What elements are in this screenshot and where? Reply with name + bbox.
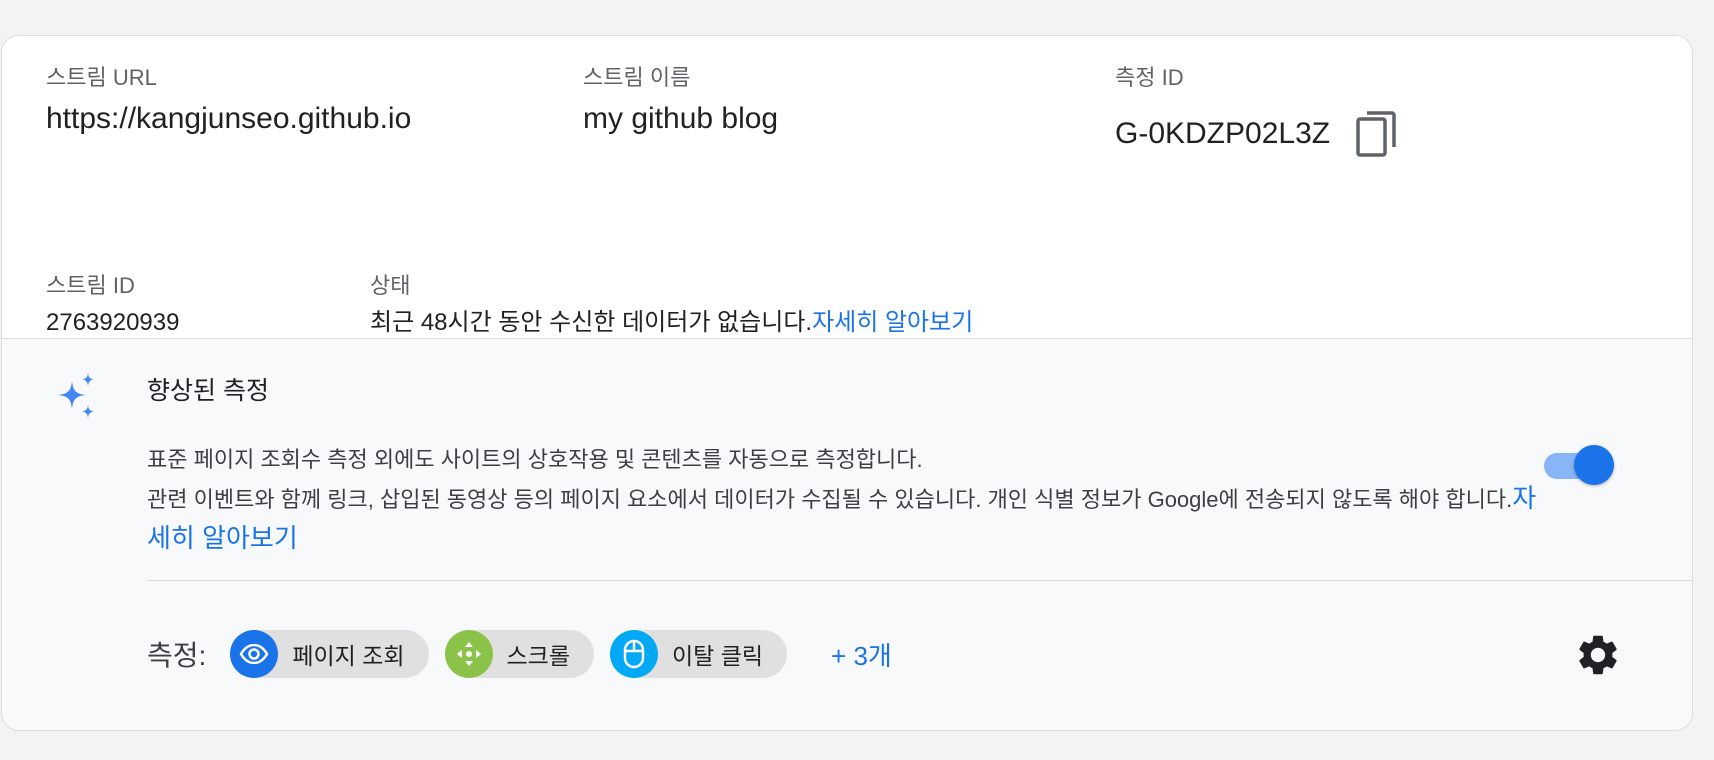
measurement-id-label: 측정 ID bbox=[1115, 65, 1184, 90]
description-line-2: 관련 이벤트와 함께 링크, 삽입된 동영상 등의 페이지 요소에서 데이터가 … bbox=[147, 479, 1537, 559]
chip-page-views[interactable]: 페이지 조회 bbox=[230, 630, 429, 678]
sparkle-icon bbox=[58, 373, 94, 418]
stream-details-card: 스트림 URL https://kangjunseo.github.io 스트림… bbox=[1, 35, 1693, 731]
toggle-thumb bbox=[1574, 445, 1614, 485]
stream-id-field: 스트림 ID 2763920939 bbox=[46, 272, 179, 338]
enhanced-measurement-toggle[interactable] bbox=[1542, 443, 1616, 487]
status-field: 상태 최근 48시간 동안 수신한 데이터가 없습니다.자세히 알아보기 bbox=[370, 272, 973, 338]
measurements-row: 측정: 페이지 조회 스크롤 이탈 클릭 + 3개 bbox=[147, 629, 892, 679]
enhanced-measurement-title: 향상된 측정 bbox=[147, 377, 269, 405]
status-value: 최근 48시간 동안 수신한 데이터가 없습니다.자세히 알아보기 bbox=[370, 308, 973, 338]
settings-button[interactable] bbox=[1574, 631, 1622, 679]
copy-icon bbox=[1356, 111, 1396, 157]
stream-url-value: https://kangjunseo.github.io bbox=[46, 102, 412, 135]
enhanced-measurement-description: 표준 페이지 조회수 측정 외에도 사이트의 상호작용 및 콘텐츠를 자동으로 … bbox=[147, 441, 1537, 559]
measurement-id-field: 측정 ID G-0KDZP02L3Z bbox=[1115, 64, 1398, 158]
stream-id-value: 2763920939 bbox=[46, 309, 180, 336]
chip-outbound-clicks-label: 이탈 클릭 bbox=[672, 643, 764, 669]
eye-icon bbox=[230, 630, 279, 678]
chip-scroll[interactable]: 스크롤 bbox=[444, 630, 594, 678]
description-line-2-text: 관련 이벤트와 함께 링크, 삽입된 동영상 등의 페이지 요소에서 데이터가 … bbox=[147, 487, 1513, 512]
description-line-1: 표준 페이지 조회수 측정 외에도 사이트의 상호작용 및 콘텐츠를 자동으로 … bbox=[147, 447, 923, 472]
status-learn-more-link[interactable]: 자세히 알아보기 bbox=[812, 309, 973, 336]
measurement-id-value: G-0KDZP02L3Z bbox=[1115, 117, 1331, 150]
copy-measurement-id-button[interactable] bbox=[1354, 110, 1398, 158]
stream-url-label: 스트림 URL bbox=[46, 65, 157, 90]
measurements-label: 측정: bbox=[147, 640, 207, 671]
gear-icon bbox=[1579, 635, 1617, 675]
stream-url-field: 스트림 URL https://kangjunseo.github.io bbox=[46, 64, 411, 138]
stream-name-label: 스트림 이름 bbox=[583, 65, 691, 90]
stream-details-section: 스트림 URL https://kangjunseo.github.io 스트림… bbox=[2, 36, 1692, 339]
stream-id-label: 스트림 ID bbox=[46, 273, 135, 298]
chip-page-views-label: 페이지 조회 bbox=[292, 643, 405, 669]
status-text: 최근 48시간 동안 수신한 데이터가 없습니다. bbox=[370, 309, 813, 336]
status-label: 상태 bbox=[370, 273, 411, 298]
section-divider bbox=[147, 580, 1692, 581]
enhanced-measurement-section: 향상된 측정 표준 페이지 조회수 측정 외에도 사이트의 상호작용 및 콘텐츠… bbox=[2, 339, 1692, 730]
more-measurements-link[interactable]: + 3개 bbox=[831, 636, 892, 673]
mouse-icon bbox=[610, 630, 658, 678]
stream-name-field: 스트림 이름 my github blog bbox=[583, 64, 778, 138]
scroll-arrows-icon bbox=[444, 630, 493, 678]
chip-scroll-label: 스크롤 bbox=[506, 643, 570, 669]
chip-outbound-clicks[interactable]: 이탈 클릭 bbox=[610, 630, 788, 678]
stream-name-value: my github blog bbox=[583, 102, 779, 135]
